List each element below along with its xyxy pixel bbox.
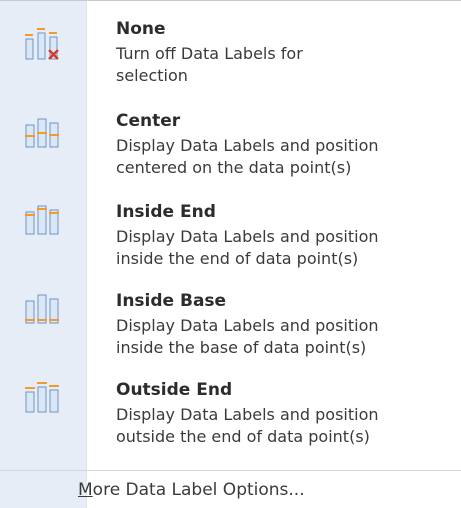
description-line: outside the end of data point(s) xyxy=(116,427,370,446)
description-line: selection xyxy=(116,66,188,85)
menu-item-title: Center xyxy=(116,111,181,131)
description-line: Display Data Labels and position xyxy=(116,316,379,335)
menu-item-outside-end[interactable]: Outside End Display Data Labels and posi… xyxy=(0,368,461,454)
menu-item-description: Display Data Labels and position centere… xyxy=(116,135,456,179)
menu-separator xyxy=(0,470,461,471)
description-line: inside the end of data point(s) xyxy=(116,249,359,268)
menu-item-title: None xyxy=(116,19,166,39)
chart-labels-none-icon xyxy=(25,28,59,60)
description-line: centered on the data point(s) xyxy=(116,158,352,177)
menu-item-none[interactable]: None Turn off Data Labels for selection xyxy=(0,15,461,101)
menu-item-title: Inside End xyxy=(116,202,216,222)
menu-item-title: Outside End xyxy=(116,380,233,400)
menu-item-description: Display Data Labels and position inside … xyxy=(116,226,456,270)
description-line: Display Data Labels and position xyxy=(116,136,379,155)
chart-labels-outside-end-icon xyxy=(25,382,59,413)
menu-item-description: Display Data Labels and position outside… xyxy=(116,404,456,448)
description-line: Display Data Labels and position xyxy=(116,405,379,424)
data-labels-menu: None Turn off Data Labels for selection … xyxy=(0,0,461,508)
more-data-label-options-item[interactable]: More Data Label Options... xyxy=(78,480,305,500)
description-line: Display Data Labels and position xyxy=(116,227,379,246)
chart-labels-inside-end-icon xyxy=(25,205,59,235)
menu-item-description: Display Data Labels and position inside … xyxy=(116,315,456,359)
chart-labels-center-icon xyxy=(25,118,59,148)
chart-labels-inside-base-icon xyxy=(25,294,59,324)
description-line: Turn off Data Labels for xyxy=(116,44,303,63)
menu-item-center[interactable]: Center Display Data Labels and position … xyxy=(0,103,461,189)
menu-item-title: Inside Base xyxy=(116,291,227,311)
menu-item-inside-end[interactable]: Inside End Display Data Labels and posit… xyxy=(0,190,461,276)
access-key-letter: M xyxy=(78,480,93,500)
menu-item-inside-base[interactable]: Inside Base Display Data Labels and posi… xyxy=(0,279,461,365)
menu-item-description: Turn off Data Labels for selection xyxy=(116,43,456,87)
more-options-label: ore Data Label Options... xyxy=(92,480,305,500)
description-line: inside the base of data point(s) xyxy=(116,338,367,357)
